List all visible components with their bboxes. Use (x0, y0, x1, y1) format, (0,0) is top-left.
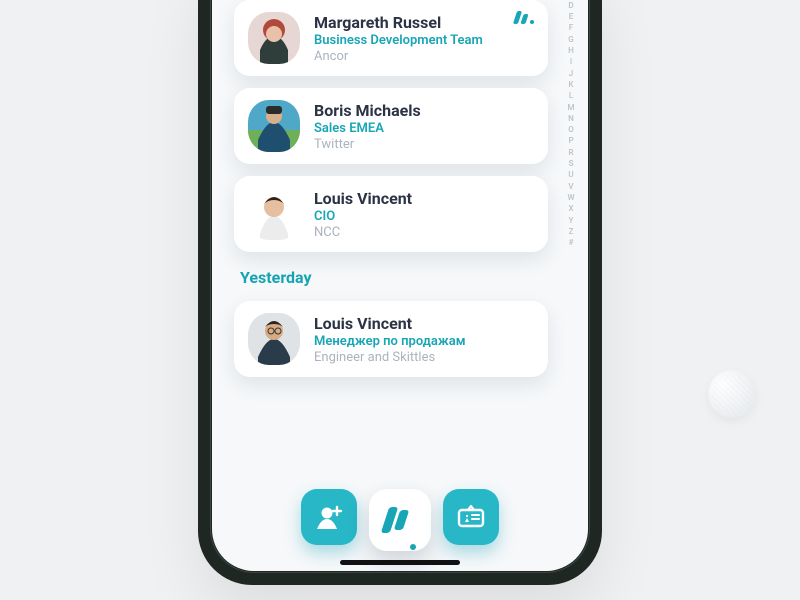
alpha-letter[interactable]: K (566, 80, 576, 89)
phone-inner: Today Margareth Russel Business Developm… (210, 0, 590, 573)
scan-card-button[interactable] (443, 489, 499, 545)
alpha-letter[interactable]: E (566, 12, 576, 21)
alpha-letter[interactable]: J (566, 69, 576, 78)
dock (212, 489, 588, 551)
avatar (248, 12, 300, 64)
alpha-letter[interactable]: G (566, 35, 576, 44)
contact-name: Louis Vincent (314, 314, 534, 333)
alpha-letter[interactable]: P (566, 136, 576, 145)
contact-role: Business Development Team (314, 33, 534, 48)
alpha-letter[interactable]: I (566, 57, 576, 66)
alpha-letter[interactable]: F (566, 23, 576, 32)
contact-card[interactable]: Boris Michaels Sales EMEA Twitter (234, 88, 548, 164)
alpha-letter[interactable]: Y (566, 216, 576, 225)
alpha-letter[interactable]: M (566, 103, 576, 112)
alpha-letter[interactable]: S (566, 159, 576, 168)
contact-role: Менеджер по продажам (314, 334, 534, 349)
brand-logo-icon (515, 10, 534, 24)
contact-card[interactable]: Margareth Russel Business Development Te… (234, 0, 548, 76)
contact-name: Boris Michaels (314, 101, 534, 120)
alpha-letter[interactable]: N (566, 114, 576, 123)
phone-frame: Today Margareth Russel Business Developm… (198, 0, 602, 585)
contact-card[interactable]: Louis Vincent Менеджер по продажам Engin… (234, 301, 548, 377)
contact-company: Engineer and Skittles (314, 350, 534, 365)
contact-card[interactable]: Louis Vincent CIO NCC (234, 176, 548, 252)
avatar (248, 188, 300, 240)
contact-role: CIO (314, 209, 534, 224)
alpha-index[interactable]: ABCDEFGHIJKLMNOPRSUVWXYZ# (566, 0, 576, 247)
alpha-letter[interactable]: R (566, 148, 576, 157)
alpha-letter[interactable]: U (566, 170, 576, 179)
alpha-letter[interactable]: L (566, 91, 576, 100)
avatar (248, 313, 300, 365)
alpha-letter[interactable]: H (566, 46, 576, 55)
contacts-scroll[interactable]: Today Margareth Russel Business Developm… (234, 0, 548, 377)
alpha-letter[interactable]: # (566, 238, 576, 247)
decorative-circle (708, 370, 756, 418)
alpha-letter[interactable]: W (566, 193, 576, 202)
avatar (248, 100, 300, 152)
contact-company: Twitter (314, 137, 534, 152)
add-contact-button[interactable] (301, 489, 357, 545)
screen: Today Margareth Russel Business Developm… (212, 0, 588, 571)
add-contact-icon (314, 502, 344, 532)
home-indicator[interactable] (340, 560, 460, 565)
business-card-icon (455, 502, 487, 532)
alpha-letter[interactable]: Z (566, 227, 576, 236)
contact-company: Ancor (314, 49, 534, 64)
contact-company: NCC (314, 225, 534, 240)
alpha-letter[interactable]: O (566, 125, 576, 134)
alpha-letter[interactable]: X (566, 204, 576, 213)
contact-name: Margareth Russel (314, 13, 534, 32)
section-header-yesterday: Yesterday (240, 268, 548, 287)
alpha-letter[interactable]: D (566, 1, 576, 10)
home-button[interactable] (369, 489, 431, 551)
contact-name: Louis Vincent (314, 189, 534, 208)
contact-role: Sales EMEA (314, 121, 534, 136)
alpha-letter[interactable]: V (566, 182, 576, 191)
